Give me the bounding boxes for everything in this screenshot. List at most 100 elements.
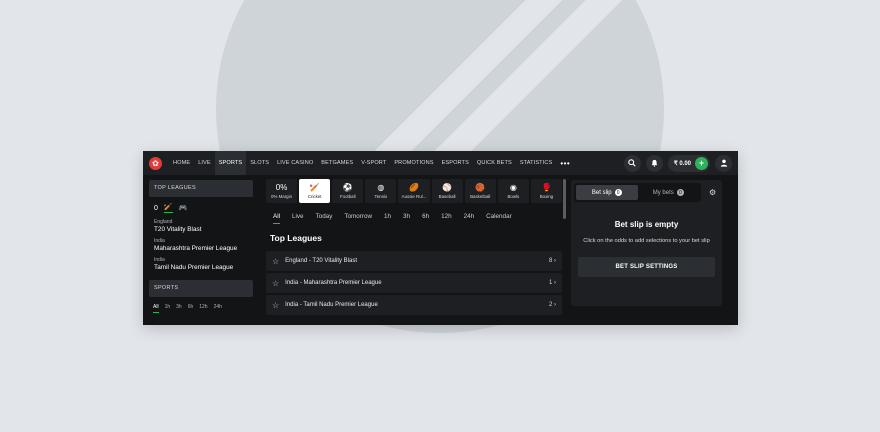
more-menu-icon[interactable]: ••• [556,159,574,168]
sport-bowls[interactable]: ◉ Bowls [497,179,529,203]
tab-my-bets-label: My bets [652,189,674,196]
logo-icon[interactable]: ✿ [149,156,162,170]
balance-amount: ₹ 0.00 [673,160,691,167]
time-tab-12h[interactable]: 12h [199,304,207,313]
app-window: ✿ HOME LIVE SPORTS SLOTS LIVE CASINO BET… [143,151,738,325]
filter-1h[interactable]: 1h [384,213,391,224]
top-leagues-list: ☆ England - T20 Vitality Blast 8 › ☆ Ind… [266,251,562,315]
cricket-icon[interactable]: 🏏 [163,203,173,213]
time-filter-tabs: All Live Today Tomorrow 1h 3h 6h 12h 24h… [266,203,562,224]
nav-home[interactable]: HOME [169,151,194,175]
sports-heading: SPORTS [149,280,253,297]
time-tab-1h[interactable]: 1h [165,304,171,313]
sport-baseball[interactable]: ⚾ Baseball [431,179,463,203]
sport-label: Cricket [307,193,322,199]
filter-12h[interactable]: 12h [441,213,452,224]
time-tab-3h[interactable]: 3h [176,304,182,313]
bet-slip-settings-button[interactable]: BET SLIP SETTINGS [578,257,715,277]
betslip-empty-title: Bet slip is empty [614,220,679,229]
balance-pill[interactable]: ₹ 0.00 + [667,154,710,172]
main-content: 0% 0% Margin 🏏 Cricket ⚽ Football ◍ Tenn… [258,175,566,325]
deposit-plus-icon[interactable]: + [695,156,708,170]
left-sidebar: TOP LEAGUES 0 🏏 🎮 England T20 Vitality B… [143,175,258,325]
sport-label: Bowls [507,193,520,199]
sport-football[interactable]: ⚽ Football [332,179,364,203]
search-icon[interactable] [623,154,641,172]
sport-basketball[interactable]: 🏀 Basketball [464,179,496,203]
nav-v-sport[interactable]: V-SPORT [357,151,390,175]
nav-slots[interactable]: SLOTS [246,151,273,175]
league-row[interactable]: ☆ India - Tamil Nadu Premier League 2 › [266,295,562,315]
betslip-tabs: Bet slip 0 My bets 0 [574,183,701,202]
gear-icon[interactable]: ⚙ [709,188,716,197]
filter-calendar[interactable]: Calendar [486,213,512,224]
favorite-star-icon[interactable]: ☆ [272,279,279,288]
zero-margin-icon: 0% [275,182,288,192]
sport-label: Aussie Rul... [401,193,427,199]
sports-selector: 0% 0% Margin 🏏 Cricket ⚽ Football ◍ Tenn… [266,179,562,203]
filter-today[interactable]: Today [316,213,333,224]
favorite-star-icon[interactable]: ☆ [272,257,279,266]
nav-statistics[interactable]: STATISTICS [516,151,557,175]
gamepad-icon[interactable]: 🎮 [179,204,188,212]
league-name: T20 Vitality Blast [154,226,202,233]
league-row-name: India - Tamil Nadu Premier League [285,302,378,308]
boxing-icon: 🥊 [541,182,552,192]
sport-cricket[interactable]: 🏏 Cricket [299,179,331,203]
football-icon: ⚽ [342,182,353,192]
time-tab-all[interactable]: All [153,304,159,313]
league-name: Tamil Nadu Premier League [154,264,234,271]
favorite-star-icon[interactable]: ☆ [272,301,279,310]
filter-live[interactable]: Live [292,213,304,224]
betslip-empty-description: Click on the odds to add selections to y… [583,238,710,244]
tab-bet-slip[interactable]: Bet slip 0 [576,185,638,200]
sport-label: Tennis [374,193,388,199]
my-bets-count-badge: 0 [676,189,684,196]
filter-6h[interactable]: 6h [422,213,429,224]
filter-all[interactable]: All [273,213,280,224]
sport-tennis[interactable]: ◍ Tennis [365,179,397,203]
tab-bet-slip-label: Bet slip [591,189,612,196]
margin-zero-tab[interactable]: 0 [154,205,158,212]
nav-promotions[interactable]: PROMOTIONS [390,151,437,175]
nav-esports[interactable]: ESPORTS [438,151,473,175]
filter-3h[interactable]: 3h [403,213,410,224]
league-row-name: England - T20 Vitality Blast [285,258,357,264]
sport-label: Baseball [438,193,456,199]
tab-my-bets[interactable]: My bets 0 [638,185,700,200]
sidebar-league-item[interactable]: India Maharashtra Premier League [149,236,253,255]
baseball-icon: ⚾ [442,182,453,192]
basketball-icon: 🏀 [475,182,486,192]
league-row[interactable]: ☆ India - Maharashtra Premier League 1 › [266,273,562,293]
user-profile-icon[interactable] [715,154,732,172]
nav-betgames[interactable]: BETGAMES [317,151,357,175]
tennis-icon: ◍ [377,182,385,192]
bowls-icon: ◉ [509,182,517,192]
filter-24h[interactable]: 24h [464,213,475,224]
nav-live[interactable]: LIVE [194,151,215,175]
sport-aussie-rules[interactable]: 🏉 Aussie Rul... [398,179,430,203]
top-leagues-title: Top Leagues [270,233,322,243]
sport-boxing[interactable]: 🥊 Boxing [530,179,562,203]
sport-label: 0% Margin [271,193,293,199]
filter-tomorrow[interactable]: Tomorrow [344,213,372,224]
time-tab-24h[interactable]: 24h [214,304,222,313]
nav-live-casino[interactable]: LIVE CASINO [273,151,317,175]
sport-zero-margin[interactable]: 0% 0% Margin [266,179,298,203]
nav-quick-bets[interactable]: QUICK BETS [473,151,516,175]
nav-sports[interactable]: SPORTS [214,151,247,175]
sidebar-league-item[interactable]: India Tamil Nadu Premier League [149,255,253,274]
top-navigation: ✿ HOME LIVE SPORTS SLOTS LIVE CASINO BET… [143,151,738,175]
sport-label: Boxing [539,193,554,199]
time-tab-6h[interactable]: 6h [188,304,194,313]
sports-time-tabs: All 1h 3h 6h 12h 24h [149,297,253,313]
sports-scrollbar[interactable] [563,179,566,219]
aussie-rules-icon: 🏉 [409,182,419,192]
league-row-count: 1 › [548,280,556,286]
notification-bell-icon[interactable] [645,154,663,172]
sport-label: Basketball [470,193,491,199]
sport-label: Football [339,193,356,199]
cricket-icon: 🏏 [309,182,320,192]
league-row[interactable]: ☆ England - T20 Vitality Blast 8 › [266,251,562,271]
sidebar-league-item[interactable]: England T20 Vitality Blast [149,217,253,236]
